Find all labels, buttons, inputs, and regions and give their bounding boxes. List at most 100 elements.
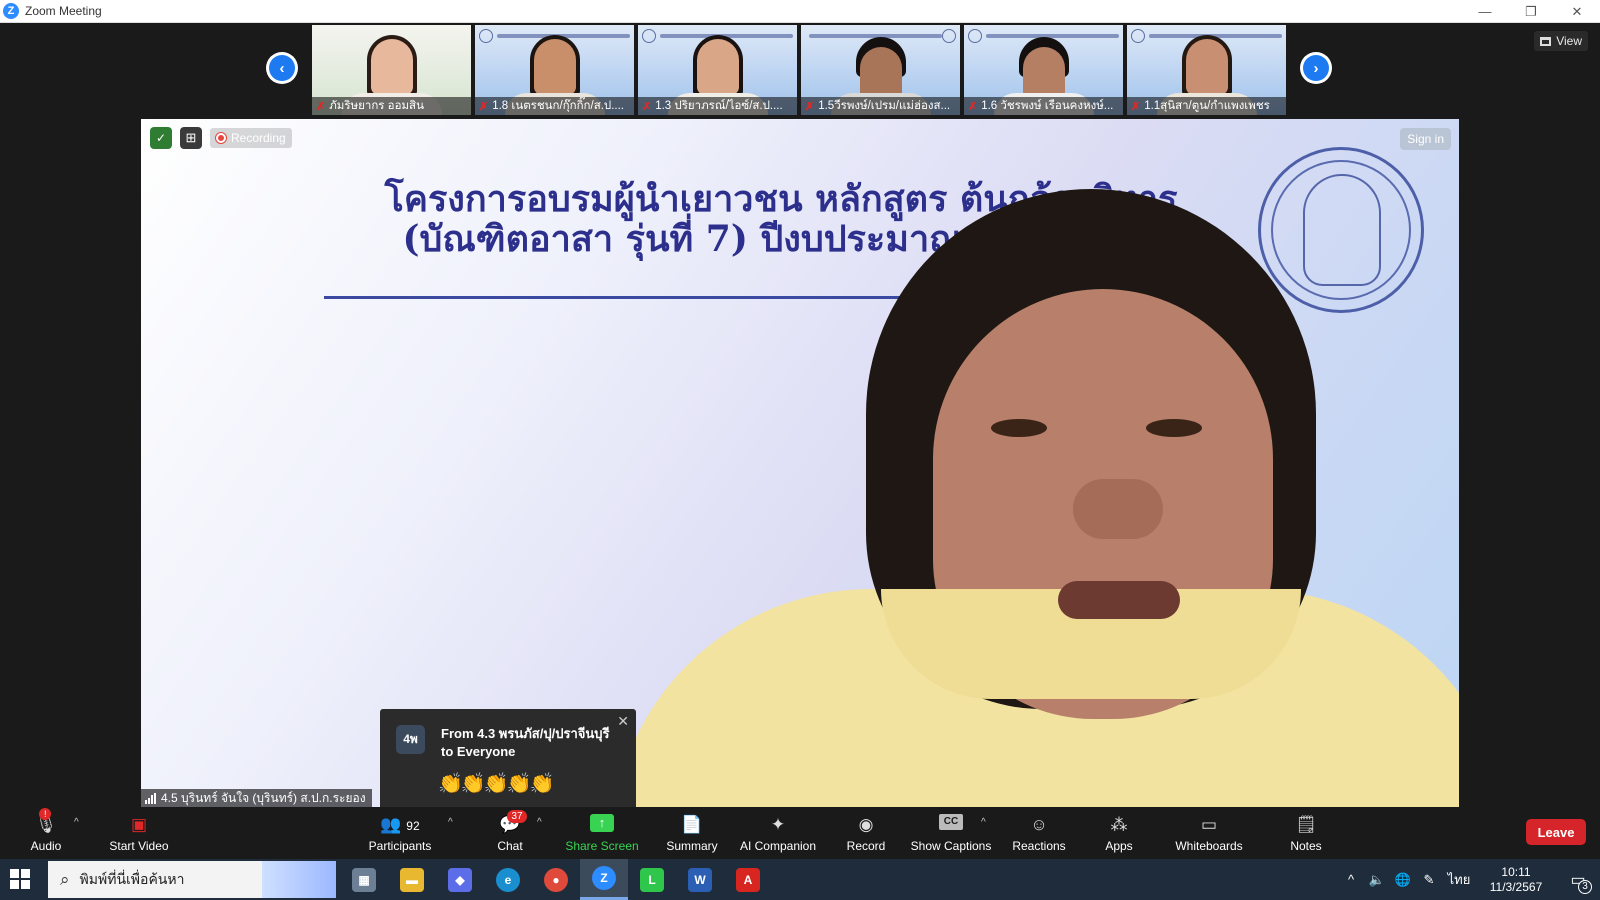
taskbar-app-photos[interactable]: ▦ bbox=[340, 859, 388, 900]
show-captions-button[interactable]: CC Show Captions bbox=[910, 807, 992, 859]
chat-options-caret[interactable]: ^ bbox=[537, 817, 542, 828]
system-tray: ^ 🔈 🌐 ✎ ไทย 10:11 11/3/2567 ▭ 3 bbox=[1338, 859, 1600, 900]
participant-name: 1.6 วัชรพงษ์ เรือนคงหงษ์... bbox=[981, 100, 1114, 112]
chat-button[interactable]: 💬 37 Chat bbox=[492, 807, 528, 859]
participant-thumbnail[interactable]: ✗ ภัมริษยากร ออมสิน bbox=[312, 25, 471, 115]
word-icon: W bbox=[688, 867, 712, 892]
close-button[interactable]: ✕ bbox=[1554, 0, 1600, 23]
audio-options-caret[interactable]: ^ bbox=[74, 817, 79, 828]
notification-center-icon[interactable]: ▭ 3 bbox=[1556, 870, 1600, 894]
line-icon: L bbox=[640, 867, 664, 892]
chat-message: 👏👏👏👏👏 bbox=[438, 773, 555, 795]
input-language[interactable]: ไทย bbox=[1442, 869, 1476, 890]
mic-muted-icon: ✗ bbox=[642, 100, 652, 113]
audio-alert-badge: ! bbox=[39, 807, 52, 820]
summary-button[interactable]: 📄 Summary bbox=[664, 807, 720, 859]
clock[interactable]: 10:11 11/3/2567 bbox=[1476, 865, 1556, 895]
search-highlight-image bbox=[262, 861, 336, 898]
windows-start-icon[interactable] bbox=[10, 869, 30, 889]
window-title: Zoom Meeting bbox=[25, 4, 102, 18]
participant-thumbnail[interactable]: ✗ 1.1สุนิสา/ตูน/กำแพงเพชร bbox=[1127, 25, 1286, 115]
sender-avatar: 4พ bbox=[396, 725, 425, 754]
window-controls: — ❐ ✕ bbox=[1462, 0, 1600, 23]
notes-button[interactable]: 🗒 Notes bbox=[1287, 807, 1325, 859]
recording-label: Recording bbox=[231, 131, 286, 145]
meeting-toolbar: 🎙! Audio ^ ▣ Start Video 👥 92 Participan… bbox=[0, 807, 1600, 859]
participant-thumbnail[interactable]: ✗ 1.6 วัชรพงษ์ เรือนคงหงษ์... bbox=[964, 25, 1123, 115]
apps-icon: ⁂ bbox=[1110, 814, 1128, 834]
video-off-icon: ▣ bbox=[130, 814, 148, 834]
chat-unread-badge: 37 bbox=[507, 809, 527, 823]
participants-options-caret[interactable]: ^ bbox=[448, 817, 453, 828]
captions-options-caret[interactable]: ^ bbox=[981, 817, 986, 828]
sign-in-button[interactable]: Sign in bbox=[1400, 128, 1451, 150]
close-icon[interactable]: ✕ bbox=[617, 713, 629, 730]
record-dot-icon bbox=[216, 133, 226, 143]
reactions-button[interactable]: ☺ Reactions bbox=[1010, 807, 1068, 859]
title-bar: Z Zoom Meeting — ❐ ✕ bbox=[0, 0, 1600, 23]
summary-doc-icon: 📄 bbox=[681, 814, 703, 834]
mic-muted-icon: ✗ bbox=[316, 100, 326, 113]
whiteboards-button[interactable]: ▭ Whiteboards bbox=[1170, 807, 1248, 859]
start-video-button[interactable]: ▣ Start Video bbox=[104, 807, 174, 859]
view-grid-icon bbox=[1540, 36, 1552, 46]
taskbar-apps: ▦ ▬ ◆ e ● Z L W A bbox=[340, 859, 772, 900]
chat-bubble-icon: 💬 37 bbox=[499, 809, 527, 836]
zoom-icon: Z bbox=[592, 866, 616, 890]
participants-count: 92 bbox=[406, 818, 420, 833]
os-taskbar: ⌕ พิมพ์ที่นี่เพื่อค้นหา ▦ ▬ ◆ e ● Z L W … bbox=[0, 859, 1600, 900]
notification-count: 3 bbox=[1578, 879, 1592, 894]
audio-button[interactable]: 🎙! Audio bbox=[26, 807, 66, 859]
participants-button[interactable]: 👥 92 Participants bbox=[362, 807, 438, 859]
chevron-up-icon[interactable]: ^ bbox=[1338, 872, 1364, 887]
apps-button[interactable]: ⁂ Apps bbox=[1100, 807, 1138, 859]
seal-icon bbox=[968, 29, 982, 43]
record-icon: ◉ bbox=[858, 814, 874, 834]
record-button[interactable]: ◉ Record bbox=[844, 807, 888, 859]
encryption-shield-icon[interactable]: ✓ bbox=[150, 127, 172, 149]
microphone-icon: 🎙! bbox=[35, 807, 57, 834]
chat-notification-popup[interactable]: 4พ From 4.3 พรนภัส/ปุ/ปราจีนบุรี to Ever… bbox=[380, 709, 636, 822]
leave-button[interactable]: Leave bbox=[1526, 819, 1586, 845]
speaker-mouth bbox=[1058, 581, 1180, 619]
ai-companion-button[interactable]: ✦ AI Companion bbox=[737, 807, 819, 859]
speaker-eye bbox=[991, 419, 1047, 437]
participant-thumbnail[interactable]: ✗ 1.3 ปริยาภรณ์/ไอซ์/ส.ป.... bbox=[638, 25, 797, 115]
speaker-name: 4.5 บุรินทร์ จันใจ (บุรินทร์) ส.ป.ก.ระยอ… bbox=[161, 790, 366, 805]
taskbar-app-zoom[interactable]: Z bbox=[580, 859, 628, 900]
taskbar-search[interactable]: ⌕ พิมพ์ที่นี่เพื่อค้นหา bbox=[48, 861, 336, 898]
minimize-button[interactable]: — bbox=[1462, 0, 1508, 23]
taskbar-app-acrobat[interactable]: A bbox=[724, 859, 772, 900]
meeting-info-grid-icon[interactable]: ⊞ bbox=[180, 127, 202, 149]
share-arrow-icon: ↑ bbox=[590, 813, 614, 832]
taskbar-app-word[interactable]: W bbox=[676, 859, 724, 900]
gallery-next-button[interactable]: › bbox=[1300, 52, 1332, 84]
participant-name: 1.5วีรพงษ์/เปรม/แม่ฮ่องส... bbox=[818, 100, 951, 112]
chevron-left-icon: ‹ bbox=[269, 55, 295, 81]
photos-icon: ▦ bbox=[352, 867, 376, 892]
taskbar-app-line[interactable]: L bbox=[628, 859, 676, 900]
search-placeholder: พิมพ์ที่นี่เพื่อค้นหา bbox=[79, 870, 185, 887]
seal-icon bbox=[642, 29, 656, 43]
restore-button[interactable]: ❐ bbox=[1508, 0, 1554, 23]
chat-sender-line: From 4.3 พรนภัส/ปุ/ปราจีนบุรี to Everyon… bbox=[441, 726, 610, 759]
pen-icon[interactable]: ✎ bbox=[1416, 872, 1442, 888]
network-globe-icon[interactable]: 🌐 bbox=[1390, 872, 1416, 888]
taskbar-app-copilot[interactable]: ◆ bbox=[436, 859, 484, 900]
participant-thumbnail[interactable]: ✗ 1.5วีรพงษ์/เปรม/แม่ฮ่องส... bbox=[801, 25, 960, 115]
taskbar-app-explorer[interactable]: ▬ bbox=[388, 859, 436, 900]
taskbar-app-chrome[interactable]: ● bbox=[532, 859, 580, 900]
clock-date: 11/3/2567 bbox=[1489, 879, 1543, 894]
recording-indicator[interactable]: Recording bbox=[210, 128, 292, 148]
cc-icon: CC bbox=[939, 813, 963, 830]
search-icon: ⌕ bbox=[60, 869, 70, 889]
participant-thumbnail[interactable]: ✗ 1.8 เนตรชนก/กุ๊กกิ๊ก/ส.ป.... bbox=[475, 25, 634, 115]
speaker-volume-icon[interactable]: 🔈 bbox=[1364, 872, 1390, 888]
gallery-prev-button[interactable]: ‹ bbox=[266, 52, 298, 84]
participants-icon: 👥 92 bbox=[380, 814, 420, 834]
view-button[interactable]: View bbox=[1534, 31, 1588, 51]
active-speaker-video[interactable]: โครงการอบรมผู้นำเยาวชน หลักสูตร ต้นกล้าบ… bbox=[141, 119, 1459, 807]
mic-muted-icon: ✗ bbox=[479, 100, 489, 113]
taskbar-app-edge[interactable]: e bbox=[484, 859, 532, 900]
share-screen-button[interactable]: ↑ Share Screen bbox=[565, 807, 639, 859]
